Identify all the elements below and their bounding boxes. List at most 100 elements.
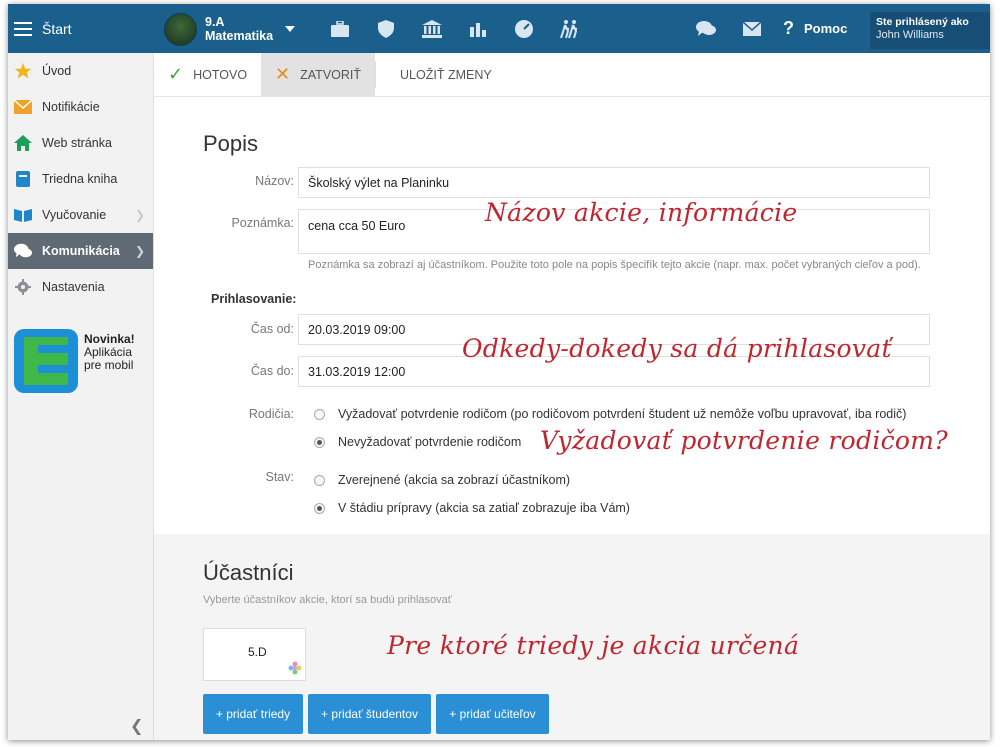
help-label: Pomoc (804, 21, 848, 36)
flower-icon (288, 661, 302, 675)
done-label: HOTOVO (193, 67, 248, 82)
mobile-app-promo[interactable]: Novinka! Aplikácia pre mobil (14, 329, 144, 395)
radio-button[interactable] (314, 502, 325, 514)
home-icon (14, 134, 32, 152)
name-label: Názov: (255, 174, 294, 188)
bank-icon[interactable] (409, 4, 455, 53)
sidebar-item-web-stranka[interactable]: Web stránka (8, 125, 153, 161)
participants-subtitle: Vyberte účastníkov akcie, ktorí sa budú … (203, 594, 452, 606)
signup-section-label: Prihlasovanie: (211, 292, 297, 306)
module-icons (317, 4, 593, 53)
parents-option-no-require-label: Nevyžadovať potvrdenie rodičom (338, 435, 522, 449)
class-name: 9.A (205, 15, 225, 29)
star-icon (14, 62, 32, 80)
sidebar-item-vyucovanie[interactable]: Vyučovanie ❯ (8, 197, 153, 233)
annotation-signup-window: Odkedy-dokedy sa dá prihlasovať (462, 334, 892, 363)
book-icon (14, 170, 32, 188)
annotation-name-info: Názov akcie, informácie (485, 198, 798, 227)
state-option-draft[interactable]: V štádiu prípravy (akcia sa zatiaľ zobra… (314, 501, 630, 515)
state-option-draft-label: V štádiu prípravy (akcia sa zatiaľ zobra… (338, 501, 630, 515)
shield-icon[interactable] (363, 4, 409, 53)
radio-button[interactable] (314, 474, 325, 486)
promo-line2: pre mobil (84, 358, 134, 372)
participants-section: Účastníci Vyberte účastníkov akcie, ktor… (154, 540, 990, 740)
state-option-published[interactable]: Zverejnené (akcia sa zobrazí účastníkom) (314, 473, 570, 487)
section-title-ucastnici: Účastníci (203, 560, 294, 585)
sidebar-item-triedna-kniha[interactable]: Triedna kniha (8, 161, 153, 197)
help-button[interactable]: ? Pomoc (783, 4, 847, 53)
sidebar-item-label: Úvod (42, 64, 72, 78)
sidebar-item-nastavenia[interactable]: Nastavenia (8, 269, 153, 305)
class-selector[interactable]: 9.A Matematika (164, 12, 296, 46)
annotation-parent-confirm: Vyžadovať potvrdenie rodičom? (540, 426, 948, 455)
sidebar-item-notifikacie[interactable]: Notifikácie (8, 89, 153, 125)
edupage-logo-icon (14, 329, 78, 393)
close-label: ZATVORIŤ (300, 67, 362, 82)
annotation-target-classes: Pre ktoré triedy je akcia určená (387, 631, 800, 660)
right-icons (683, 4, 775, 53)
start-menu-button[interactable]: Štart (8, 4, 154, 53)
bar-chart-icon[interactable] (455, 4, 501, 53)
briefcase-icon[interactable] (317, 4, 363, 53)
parents-option-require-label: Vyžadovať potvrdenie rodičom (po rodičov… (338, 407, 907, 421)
collapse-sidebar-icon[interactable]: ❮ (130, 716, 143, 736)
sidebar-item-label: Notifikácie (42, 100, 100, 114)
parents-option-no-require[interactable]: Nevyžadovať potvrdenie rodičom (314, 435, 521, 449)
done-button[interactable]: ✓ HOTOVO (154, 53, 261, 96)
sidebar: Úvod Notifikácie Web stránka Triedna kni… (8, 53, 154, 740)
toolbar-divider (375, 61, 377, 88)
radio-button[interactable] (314, 436, 325, 448)
note-label: Poznámka: (231, 216, 294, 230)
save-changes-button[interactable]: ULOŽIŤ ZMENY (386, 53, 506, 96)
description-section: Popis Názov: Školský výlet na Planinku P… (154, 98, 990, 534)
add-students-button[interactable]: + pridať študentov (308, 694, 431, 734)
close-button[interactable]: ✕ ZATVORIŤ (261, 53, 376, 96)
envelope-icon (14, 98, 32, 116)
sidebar-item-komunikacia[interactable]: Komunikácia ❯ (8, 233, 153, 269)
class-card[interactable]: 5.D (203, 628, 306, 681)
chevron-right-icon: ❯ (134, 208, 145, 222)
open-book-icon (14, 206, 32, 224)
state-label: Stav: (265, 470, 295, 484)
to-label: Čas do: (250, 364, 294, 378)
sidebar-item-label: Vyučovanie (42, 208, 107, 222)
chat-bubbles-icon (14, 242, 32, 260)
top-bar: Štart 9.A Matematika ? Pomoc Ste prihlás… (8, 4, 990, 53)
walking-people-icon[interactable] (547, 4, 593, 53)
logged-in-label: Ste prihlásený ako (876, 16, 969, 28)
main-content: Popis Názov: Školský výlet na Planinku P… (154, 98, 990, 740)
mail-icon[interactable] (729, 4, 775, 53)
sidebar-item-label: Nastavenia (42, 280, 105, 294)
radio-button[interactable] (314, 408, 325, 420)
subject-name: Matematika (205, 29, 274, 43)
hamburger-icon (14, 21, 32, 36)
add-classes-button[interactable]: + pridať triedy (203, 694, 303, 734)
start-label: Štart (42, 20, 72, 37)
sidebar-item-uvod[interactable]: Úvod (8, 53, 153, 89)
sidebar-item-label: Komunikácia (42, 244, 120, 258)
user-name: John Williams (876, 29, 944, 41)
parents-option-require[interactable]: Vyžadovať potvrdenie rodičom (po rodičov… (314, 407, 906, 421)
chevron-down-icon (285, 26, 296, 32)
section-title-popis: Popis (203, 131, 259, 156)
toolbar: ✓ HOTOVO ✕ ZATVORIŤ ULOŽIŤ ZMENY (154, 53, 990, 97)
user-box[interactable]: Ste prihlásený ako John Williams (870, 12, 990, 49)
from-label: Čas od: (250, 322, 294, 336)
sidebar-item-label: Triedna kniha (42, 172, 118, 186)
chat-icon[interactable] (683, 4, 729, 53)
class-avatar (164, 12, 197, 46)
sidebar-item-label: Web stránka (42, 136, 112, 150)
save-label: ULOŽIŤ ZMENY (400, 67, 492, 82)
gauge-icon[interactable] (501, 4, 547, 53)
app-window: Štart 9.A Matematika ? Pomoc Ste prihlás… (8, 4, 990, 740)
question-icon: ? (783, 18, 794, 38)
note-hint: Poznámka sa zobrazí aj účastníkom. Použi… (308, 259, 921, 271)
chevron-right-icon: ❯ (134, 244, 145, 258)
gear-icon (14, 278, 32, 296)
state-option-published-label: Zverejnené (akcia sa zobrazí účastníkom) (338, 473, 571, 487)
name-input[interactable]: Školský výlet na Planinku (298, 167, 930, 198)
close-icon: ✕ (275, 64, 291, 84)
add-teachers-button[interactable]: + pridať učiteľov (436, 694, 549, 734)
parents-label: Rodičia: (248, 407, 294, 421)
class-card-name: 5.D (248, 645, 267, 659)
